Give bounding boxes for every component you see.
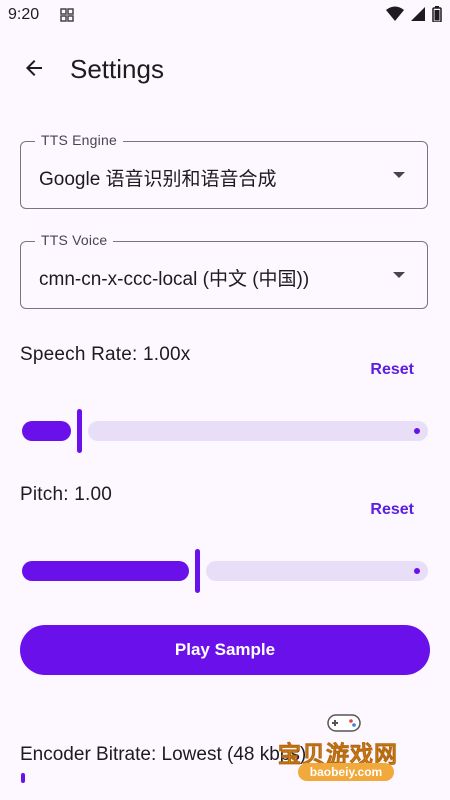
tts-voice-value: cmn-cn-x-ccc-local (中文 (中国)) — [39, 269, 310, 290]
speech-rate-reset-button[interactable]: Reset — [370, 361, 414, 379]
dropdown-arrow-icon — [393, 172, 405, 178]
slider-handle[interactable] — [76, 409, 82, 453]
speech-rate-slider[interactable] — [22, 409, 428, 453]
slider-stop-indicator — [414, 428, 420, 434]
pitch-slider[interactable] — [22, 549, 428, 593]
gamepad-icon — [327, 714, 361, 732]
play-sample-button[interactable]: Play Sample — [20, 625, 430, 675]
encoder-slider-handle[interactable] — [21, 773, 25, 783]
slider-handle[interactable] — [194, 549, 200, 593]
tts-engine-label: TTS Engine — [35, 132, 123, 148]
page-title: Settings — [70, 54, 164, 84]
tts-voice-label: TTS Voice — [35, 232, 114, 248]
top-app-bar: Settings — [0, 40, 450, 100]
watermark-url: baobeiy.com — [298, 763, 394, 781]
grid-icon — [60, 8, 74, 27]
slider-active-track — [22, 421, 71, 441]
pitch-title: Pitch: 1.00 — [20, 484, 112, 505]
wifi-icon — [386, 6, 404, 27]
dropdown-arrow-icon — [393, 272, 405, 278]
slider-inactive-track — [205, 561, 428, 581]
tts-engine-value: Google 语音识别和语音合成 — [39, 169, 277, 190]
slider-stop-indicator — [414, 568, 420, 574]
pitch-reset-button[interactable]: Reset — [370, 501, 414, 519]
slider-active-track — [22, 561, 189, 581]
tts-engine-dropdown[interactable]: TTS Engine Google 语音识别和语音合成 — [20, 132, 428, 209]
back-button[interactable] — [14, 52, 54, 88]
encoder-bitrate-title: Encoder Bitrate: Lowest (48 kbps) — [20, 744, 307, 765]
signal-icon — [410, 6, 426, 27]
status-bar: 9:20 — [0, 0, 450, 32]
slider-inactive-track — [87, 421, 428, 441]
battery-icon — [432, 6, 442, 27]
speech-rate-title: Speech Rate: 1.00x — [20, 344, 191, 365]
status-time: 9:20 — [8, 6, 40, 23]
tts-voice-dropdown[interactable]: TTS Voice cmn-cn-x-ccc-local (中文 (中国)) — [20, 232, 428, 309]
arrow-back-icon — [22, 56, 46, 85]
